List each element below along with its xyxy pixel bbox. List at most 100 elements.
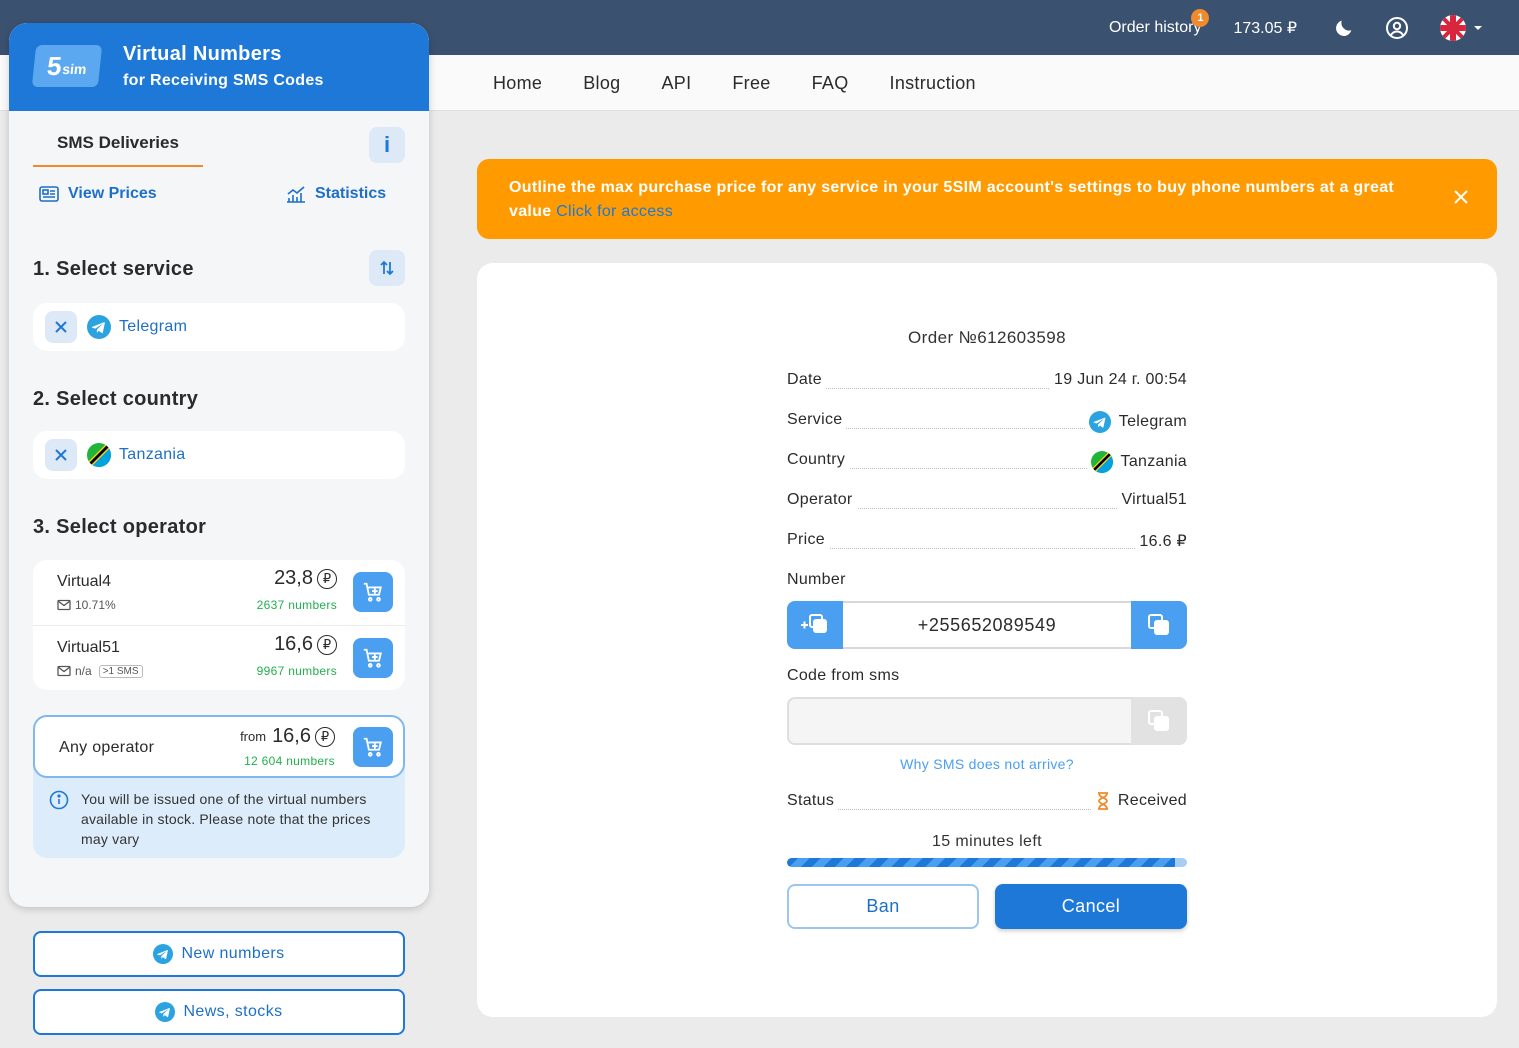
operator-meta: 10.71% bbox=[57, 598, 116, 612]
price-value: 16.6 ₽ bbox=[1135, 531, 1187, 551]
language-selector[interactable] bbox=[1439, 14, 1483, 42]
account-icon[interactable] bbox=[1385, 16, 1409, 40]
time-progress-bar bbox=[787, 858, 1187, 867]
phone-number-value[interactable]: +255652089549 bbox=[845, 603, 1129, 647]
cart-icon bbox=[363, 648, 382, 668]
copy-code-button[interactable] bbox=[1131, 697, 1187, 745]
sms-code-field[interactable] bbox=[787, 697, 1187, 745]
nav-instruction[interactable]: Instruction bbox=[890, 73, 976, 94]
clear-service-button[interactable] bbox=[45, 311, 77, 343]
sidebar-links: View Prices Statistics bbox=[39, 185, 399, 209]
selected-country[interactable]: Tanzania bbox=[33, 431, 405, 479]
order-row-service: Service Telegram bbox=[787, 411, 1187, 435]
price-list-icon bbox=[39, 186, 59, 202]
brand-header[interactable]: 5 sim Virtual Numbers for Receiving SMS … bbox=[9, 23, 429, 111]
number-field: +255652089549 bbox=[787, 601, 1187, 649]
price-label: Price bbox=[787, 531, 829, 549]
operator-rate: n/a bbox=[75, 664, 92, 678]
operator-list: Virtual4 10.71% 23,8 ₽ 2637 numbers Virt… bbox=[33, 560, 405, 690]
order-card: Order №612603598 Date 19 Jun 24 г. 00:54… bbox=[477, 263, 1497, 1017]
copy-with-plus-button[interactable] bbox=[787, 601, 843, 649]
chart-icon bbox=[287, 186, 305, 203]
service-label: Service bbox=[787, 411, 847, 429]
status-value: Received bbox=[1091, 792, 1187, 810]
info-button[interactable]: i bbox=[369, 127, 405, 163]
operator-price-value: 23,8 bbox=[274, 567, 313, 589]
order-history-link[interactable]: Order history 1 bbox=[1108, 8, 1210, 37]
any-operator-block: Any operator from 16,6 ₽ 12 604 numbers … bbox=[33, 715, 405, 858]
close-icon[interactable] bbox=[1453, 189, 1469, 205]
cancel-button[interactable]: Cancel bbox=[995, 884, 1187, 929]
any-operator-row[interactable]: Any operator from 16,6 ₽ 12 604 numbers bbox=[33, 715, 405, 778]
operator-meta: n/a >1 SMS bbox=[57, 664, 143, 678]
date-value-text: 19 Jun 24 г. 00:54 bbox=[1054, 371, 1187, 388]
uk-flag-icon bbox=[1440, 14, 1466, 41]
buy-button[interactable] bbox=[353, 638, 393, 678]
selected-service[interactable]: Telegram bbox=[33, 303, 405, 351]
telegram-icon bbox=[153, 944, 174, 964]
time-progress-fill bbox=[787, 858, 1175, 867]
statistics-link[interactable]: Statistics bbox=[286, 185, 386, 203]
cart-icon bbox=[363, 737, 382, 757]
copy-number-button[interactable] bbox=[1131, 601, 1187, 649]
tanzania-flag-icon bbox=[1090, 451, 1113, 473]
moon-icon[interactable] bbox=[1333, 17, 1355, 39]
nav-home[interactable]: Home bbox=[493, 73, 542, 94]
selected-country-label: Tanzania bbox=[119, 446, 186, 463]
banner-text: Outline the max purchase price for any s… bbox=[509, 176, 1409, 224]
service-value: Telegram bbox=[1084, 411, 1187, 433]
why-sms-link[interactable]: Why SMS does not arrive? bbox=[787, 756, 1187, 772]
country-label: Country bbox=[787, 451, 850, 469]
close-icon bbox=[55, 321, 67, 333]
order-row-operator: Operator Virtual51 bbox=[787, 491, 1187, 515]
number-label: Number bbox=[787, 571, 846, 588]
operator-value-text: Virtual51 bbox=[1121, 491, 1187, 508]
chevron-down-icon bbox=[1474, 25, 1482, 30]
view-prices-link[interactable]: View Prices bbox=[39, 185, 157, 203]
nav-faq[interactable]: FAQ bbox=[812, 73, 849, 94]
any-operator-price: from 16,6 ₽ bbox=[240, 725, 335, 748]
operator-row[interactable]: Virtual4 10.71% 23,8 ₽ 2637 numbers bbox=[33, 560, 405, 625]
order-row-price: Price 16.6 ₽ bbox=[787, 531, 1187, 555]
sort-button[interactable] bbox=[369, 250, 405, 286]
operator-value: Virtual51 bbox=[1117, 491, 1187, 509]
hourglass-icon bbox=[1097, 792, 1108, 810]
from-label: from bbox=[240, 729, 267, 744]
clear-country-button[interactable] bbox=[45, 439, 77, 471]
status-label: Status bbox=[787, 792, 839, 810]
any-operator-label: Any operator bbox=[59, 739, 155, 756]
news-stocks-button[interactable]: News, stocks bbox=[33, 989, 405, 1035]
new-numbers-button[interactable]: New numbers bbox=[33, 931, 405, 977]
date-label: Date bbox=[787, 371, 826, 389]
banner-access-link[interactable]: Click for access bbox=[556, 203, 673, 220]
sms-tag: >1 SMS bbox=[98, 664, 143, 678]
buy-any-button[interactable] bbox=[353, 727, 393, 767]
envelope-icon bbox=[57, 599, 71, 611]
nav-blog[interactable]: Blog bbox=[583, 73, 620, 94]
selected-service-label: Telegram bbox=[119, 318, 188, 335]
close-icon bbox=[55, 449, 67, 461]
tanzania-flag-icon bbox=[87, 443, 111, 467]
date-value: 19 Jun 24 г. 00:54 bbox=[1050, 371, 1187, 389]
top-bar-actions: Order history 1 173.05 ₽ bbox=[1109, 0, 1483, 55]
sort-arrows-icon bbox=[380, 260, 394, 276]
any-operator-count: 12 604 numbers bbox=[244, 754, 335, 768]
dotted-leader bbox=[787, 548, 1187, 549]
sidebar-tabs: SMS Deliveries i bbox=[33, 127, 405, 167]
nav-api[interactable]: API bbox=[661, 73, 691, 94]
order-row-status: Status Received bbox=[787, 792, 1187, 816]
order-history-badge: 1 bbox=[1191, 8, 1210, 27]
ban-button[interactable]: Ban bbox=[787, 884, 979, 929]
order-history-label: Order history bbox=[1108, 18, 1202, 36]
order-title: Order №612603598 bbox=[908, 328, 1066, 347]
telegram-icon bbox=[87, 315, 111, 339]
balance[interactable]: 173.05 ₽ bbox=[1233, 18, 1297, 38]
nav-free[interactable]: Free bbox=[732, 73, 770, 94]
order-row-country: Country Tanzania bbox=[787, 451, 1187, 475]
buy-button[interactable] bbox=[353, 572, 393, 612]
brand-subtitle: for Receiving SMS Codes bbox=[123, 72, 324, 89]
operator-row[interactable]: Virtual51 n/a >1 SMS 16,6 ₽ 9967 numbers bbox=[33, 625, 405, 690]
operator-price-value: 16,6 bbox=[274, 633, 313, 655]
tab-sms-deliveries[interactable]: SMS Deliveries bbox=[33, 127, 203, 167]
logo[interactable]: 5 sim bbox=[31, 45, 103, 87]
